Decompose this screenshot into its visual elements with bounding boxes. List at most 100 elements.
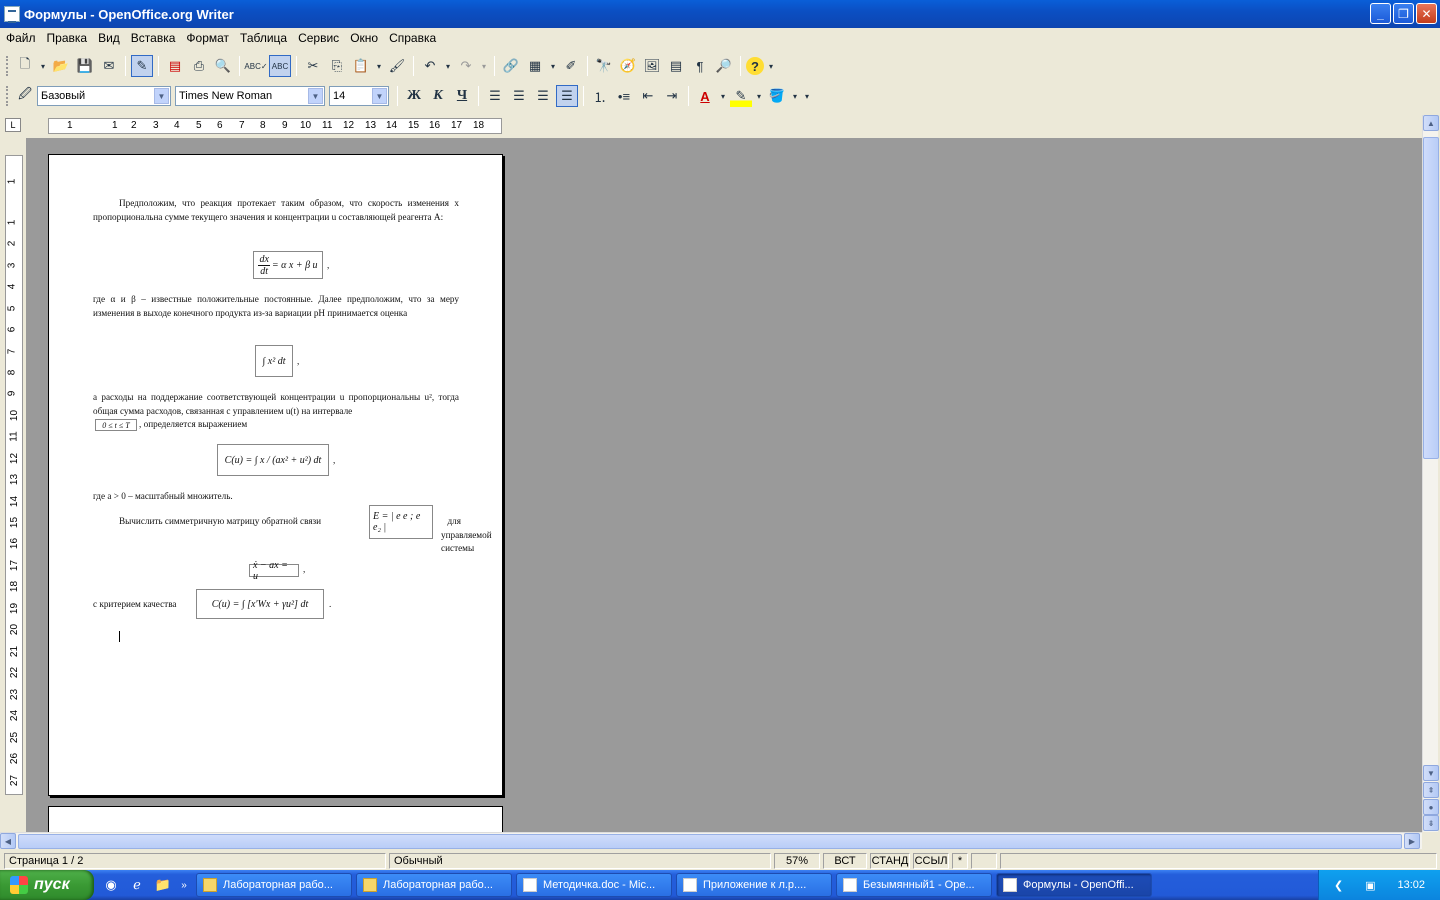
formatting-marks-icon[interactable]: ¶ [689, 55, 711, 77]
table-icon[interactable]: ▦ [524, 55, 546, 77]
formula-1[interactable]: dx dt = α x + β u [253, 251, 323, 279]
zoom-indicator[interactable]: 57% [774, 853, 820, 869]
vertical-scrollbar[interactable]: ▲ ▼ ⇞ ● ⇟ [1422, 115, 1439, 832]
new-dropdown-icon[interactable]: ▾ [38, 55, 48, 77]
font-size-select[interactable]: 14 ▼ [329, 86, 389, 106]
print-icon[interactable]: ⎙ [188, 55, 210, 77]
scroll-down-icon[interactable]: ▼ [1423, 765, 1439, 781]
document-page-2[interactable] [48, 806, 503, 832]
format-paintbrush-icon[interactable]: 🖌 [386, 55, 408, 77]
toolbar-overflow-icon[interactable]: ▾ [766, 55, 776, 77]
scroll-right-icon[interactable]: ▶ [1404, 833, 1420, 849]
paragraph-4[interactable]: где a > 0 – масштабный множитель. [93, 490, 459, 504]
undo-icon[interactable]: ↶ [419, 55, 441, 77]
toolbar-grip[interactable] [6, 86, 9, 106]
toolbar-grip[interactable] [6, 56, 9, 76]
formula-3[interactable]: 0 ≤ t ≤ T [95, 419, 137, 431]
vertical-ruler[interactable]: 1 1 2 3 4 5 6 7 8 9 10 11 12 13 14 15 16… [5, 155, 23, 795]
hyperlink-mode-indicator[interactable]: ССЫЛ [913, 853, 949, 869]
paragraph-2[interactable]: где α и β – известные положительные пост… [93, 293, 459, 320]
paragraph-3[interactable]: а расходы на поддержание соответствующей… [93, 391, 459, 418]
page-indicator[interactable]: Страница 1 / 2 [4, 853, 386, 869]
open-icon[interactable]: 📂 [50, 55, 72, 77]
bullets-icon[interactable]: •≡ [613, 85, 635, 107]
font-color-icon[interactable]: A [694, 85, 716, 107]
scroll-left-icon[interactable]: ◀ [0, 833, 16, 849]
increase-indent-icon[interactable]: ⇥ [661, 85, 683, 107]
highlighting-dropdown-icon[interactable]: ▾ [754, 85, 764, 107]
navigation-icon[interactable]: ● [1423, 799, 1439, 815]
horizontal-scroll-thumb[interactable] [18, 834, 1402, 849]
scroll-up-icon[interactable]: ▲ [1423, 115, 1439, 131]
redo-icon[interactable]: ↷ [455, 55, 477, 77]
align-center-icon[interactable]: ☰ [508, 85, 530, 107]
page-style-indicator[interactable]: Обычный [389, 853, 771, 869]
paragraph-5[interactable]: Вычислить симметричную матрицу обратной … [93, 515, 363, 529]
menu-insert[interactable]: Вставка [127, 31, 180, 45]
align-right-icon[interactable]: ☰ [532, 85, 554, 107]
cut-icon[interactable]: ✂ [302, 55, 324, 77]
spellcheck-icon[interactable]: ABC✓ [244, 55, 267, 77]
quicklaunch-app-icon[interactable]: ◉ [101, 874, 121, 896]
taskbar-item-metodichka[interactable]: Методичка.doc - Mic... [516, 873, 672, 897]
redo-dropdown-icon[interactable]: ▾ [479, 55, 489, 77]
gallery-icon[interactable]: 🖼 [641, 55, 663, 77]
numbering-icon[interactable]: ⒈ [589, 85, 611, 107]
hyperlink-icon[interactable]: 🔗 [500, 55, 522, 77]
paste-icon[interactable]: 📋 [350, 55, 372, 77]
taskbar-item-formuly[interactable]: Формулы - OpenOffi... [996, 873, 1152, 897]
network-icon[interactable]: ▣ [1365, 879, 1375, 892]
tray-expand-icon[interactable]: ❮ [1334, 879, 1343, 892]
show-draw-functions-icon[interactable]: ✐ [560, 55, 582, 77]
email-icon[interactable]: ✉ [98, 55, 120, 77]
table-dropdown-icon[interactable]: ▾ [548, 55, 558, 77]
vertical-scroll-thumb[interactable] [1423, 137, 1439, 459]
taskbar-item-bezymyanny[interactable]: Безымянный1 - Ope... [836, 873, 992, 897]
horizontal-ruler[interactable]: 1 1 2 3 4 5 6 7 8 9 10 11 12 13 14 15 16… [48, 118, 502, 134]
data-sources-icon[interactable]: ▤ [665, 55, 687, 77]
styles-formatting-icon[interactable]: 🖉 [14, 85, 36, 107]
chevron-down-icon[interactable]: ▼ [308, 88, 323, 104]
formula-7[interactable]: C(u) = ∫ [x′Wx + γu²] dt [196, 589, 324, 619]
zoom-icon[interactable]: 🔎 [713, 55, 735, 77]
help-icon[interactable]: ? [746, 57, 764, 75]
copy-icon[interactable]: ⎘ [326, 55, 348, 77]
taskbar-item-lab-1[interactable]: Лабораторная рабо... [196, 873, 352, 897]
menu-format[interactable]: Формат [182, 31, 233, 45]
menu-file[interactable]: Файл [2, 31, 40, 45]
signature-indicator[interactable] [971, 853, 997, 869]
chevron-down-icon[interactable]: ▼ [372, 88, 387, 104]
insert-mode-indicator[interactable]: ВСТ [823, 853, 867, 869]
next-page-icon[interactable]: ⇟ [1423, 815, 1439, 831]
menu-table[interactable]: Таблица [236, 31, 291, 45]
start-button[interactable]: пуск [0, 870, 94, 900]
background-color-dropdown-icon[interactable]: ▾ [790, 85, 800, 107]
print-preview-icon[interactable]: 🔍 [212, 55, 234, 77]
formula-5[interactable]: E = | e e ; e e₂ | [369, 505, 433, 539]
writer-app-icon[interactable] [4, 6, 20, 23]
background-color-icon[interactable]: 🪣 [766, 85, 788, 107]
paragraph-1[interactable]: Предположим, что реакция протекает таким… [93, 197, 459, 224]
menu-tools[interactable]: Сервис [294, 31, 343, 45]
menu-edit[interactable]: Правка [43, 31, 92, 45]
previous-page-icon[interactable]: ⇞ [1423, 782, 1439, 798]
chevron-down-icon[interactable]: ▼ [154, 88, 169, 104]
folder-icon[interactable]: 📁 [153, 874, 173, 896]
decrease-indent-icon[interactable]: ⇤ [637, 85, 659, 107]
align-left-icon[interactable]: ☰ [484, 85, 506, 107]
taskbar-item-lab-2[interactable]: Лабораторная рабо... [356, 873, 512, 897]
paragraph-style-select[interactable]: Базовый ▼ [37, 86, 171, 106]
horizontal-scrollbar[interactable]: ◀ ▶ [0, 832, 1422, 849]
paragraph-6[interactable]: с критерием качества [93, 598, 193, 612]
menu-view[interactable]: Вид [94, 31, 124, 45]
formula-2[interactable]: ∫ x² dt [255, 345, 293, 377]
restore-button[interactable]: ❐ [1393, 3, 1414, 24]
justify-icon[interactable]: ☰ [556, 85, 578, 107]
internet-explorer-icon[interactable]: ℯ [127, 874, 147, 896]
navigator-icon[interactable]: 🧭 [617, 55, 639, 77]
paste-dropdown-icon[interactable]: ▾ [374, 55, 384, 77]
quicklaunch-expand-icon[interactable]: » [179, 874, 189, 896]
autospellcheck-icon[interactable]: ABC [269, 55, 291, 77]
formula-6[interactable]: ẋ − ax = u [249, 560, 299, 582]
tab-stop-selector[interactable]: L [5, 118, 21, 132]
